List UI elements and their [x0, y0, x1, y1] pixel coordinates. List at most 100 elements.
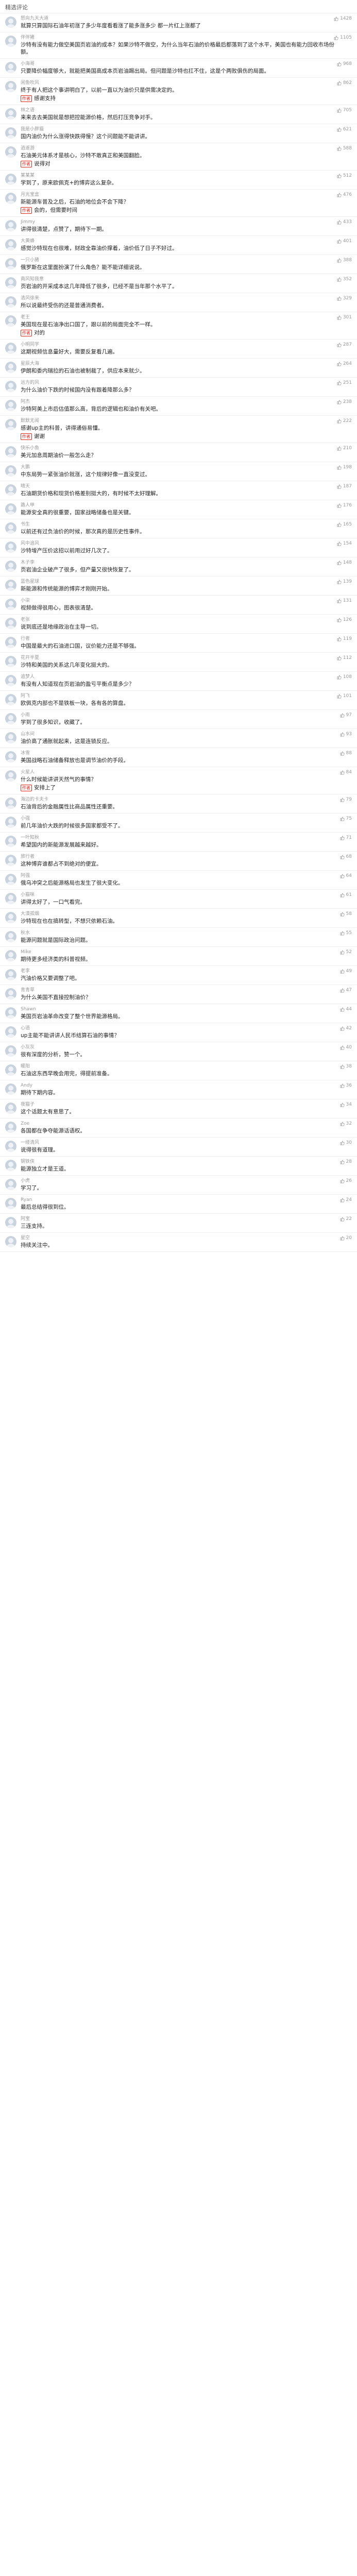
comment-item[interactable]: 阿宝 22 三连支持。 [0, 1214, 357, 1233]
like-button[interactable]: 388 [337, 258, 352, 263]
avatar[interactable] [5, 874, 16, 885]
comment-item[interactable]: 路人甲 176 能源安全真的很重要，国家战略储备也是关键。 [0, 500, 357, 519]
like-button[interactable]: 97 [340, 713, 352, 718]
avatar[interactable] [5, 836, 16, 847]
like-button[interactable]: 119 [337, 636, 352, 641]
like-button[interactable]: 79 [340, 797, 352, 802]
like-button[interactable]: 32 [340, 1121, 352, 1126]
avatar[interactable] [5, 988, 16, 999]
avatar[interactable] [5, 1217, 16, 1228]
username[interactable]: Jimmy [21, 219, 334, 226]
like-button[interactable]: 210 [337, 446, 352, 451]
comment-item[interactable]: 追梦人 108 有没有人知道现在页岩油的盈亏平衡点是多少？ [0, 672, 357, 691]
username[interactable]: Andy [21, 1082, 334, 1089]
username[interactable]: 南风知我意 [21, 276, 334, 283]
username[interactable]: 老李 [21, 968, 334, 975]
username[interactable]: 夜猫子 [21, 1101, 334, 1108]
avatar[interactable] [5, 503, 16, 515]
like-button[interactable]: 61 [340, 892, 352, 897]
username[interactable]: 小灰灰 [21, 1044, 334, 1051]
comment-item[interactable]: 闲鱼吹风 862 终于有人把这个事讲明白了，以前一直以为油价只是供需决定的。 作者 感谢… [0, 78, 357, 105]
comment-item[interactable]: 钢铁侠 28 能源独立才是王道。 [0, 1157, 357, 1176]
comment-item[interactable]: Jimmy 433 讲得很清楚，点赞了，期待下一期。 [0, 217, 357, 236]
username[interactable]: 心语 [21, 1025, 334, 1032]
username[interactable]: Shawn [21, 1006, 334, 1013]
comment-item[interactable]: Ryan 24 最后总结得很到位。 [0, 1195, 357, 1214]
avatar[interactable] [5, 62, 16, 73]
avatar[interactable] [5, 1122, 16, 1133]
like-button[interactable]: 20 [340, 1235, 352, 1241]
comment-item[interactable]: 一缕清风 30 说得很有道理。 [0, 1138, 357, 1157]
comment-item[interactable]: 夜猫子 34 这个话题太有意思了。 [0, 1099, 357, 1118]
like-button[interactable]: 512 [337, 173, 352, 178]
comment-item[interactable]: 伴伴猪 1105 沙特有没有能力做空美国页岩油的成本？如果沙特不做空，为什么当年石油… [0, 32, 357, 59]
username[interactable]: 小柒 [21, 598, 334, 604]
avatar[interactable] [5, 108, 16, 120]
comment-item[interactable]: 火星人 84 什么时候能讲讲天然气的事情？ 作者 安排上了 [0, 767, 357, 794]
like-button[interactable]: 36 [340, 1083, 352, 1088]
comment-item[interactable]: 青青草 47 为什么美国不直接控制油价？ [0, 985, 357, 1004]
avatar[interactable] [5, 580, 16, 591]
avatar[interactable] [5, 174, 16, 185]
like-button[interactable]: 71 [340, 835, 352, 840]
comment-item[interactable]: 小海哥 968 只要降价幅度够大，就能把美国高成本页岩油踢出局。但问题是沙特也扛不住… [0, 59, 357, 78]
username[interactable]: 阿宝 [21, 1216, 334, 1223]
like-button[interactable]: 44 [340, 1007, 352, 1012]
avatar[interactable] [5, 1103, 16, 1114]
like-button[interactable]: 22 [340, 1216, 352, 1222]
like-button[interactable]: 433 [337, 219, 352, 225]
comment-item[interactable]: Zoe 32 各国都在争夺能源话语权。 [0, 1118, 357, 1138]
username[interactable]: 阿飞 [21, 693, 334, 700]
like-button[interactable]: 264 [337, 361, 352, 366]
like-button[interactable]: 251 [337, 380, 352, 385]
avatar[interactable] [5, 713, 16, 724]
comment-item[interactable]: Mike 52 期待更多经济类的科普视频。 [0, 947, 357, 966]
username[interactable]: 星辰大海 [21, 361, 334, 367]
comment-item[interactable]: 木子李 148 页岩油企业破产了很多，但产量又很快恢复了。 [0, 557, 357, 577]
username[interactable]: 远方的风 [21, 380, 334, 386]
comment-item[interactable]: 林之语 705 来来去去美国就是想把控能源价格，然后打压竞争对手。 [0, 105, 357, 124]
comment-item[interactable]: 老张 126 说到底还是地缘政治在主导一切。 [0, 615, 357, 634]
comment-item[interactable]: 小灰灰 40 很有深度的分析，赞一个。 [0, 1042, 357, 1061]
comment-item[interactable]: 行者 119 中国是最大的石油进口国，议价能力还是不够强。 [0, 634, 357, 653]
avatar[interactable] [5, 81, 16, 92]
comment-item[interactable]: 逍遥游 588 石油美元体系才是核心，沙特不敢真正和美国翻脸。 作者 说得对 [0, 143, 357, 171]
username[interactable]: 老王 [21, 314, 334, 321]
like-button[interactable]: 55 [340, 930, 352, 936]
like-button[interactable]: 30 [340, 1140, 352, 1145]
username[interactable]: 冰雪 [21, 750, 334, 757]
username[interactable]: 小猫咪 [21, 892, 334, 899]
comment-item[interactable]: 小强 75 前几年油价大跌的时候很多国家都受不了。 [0, 814, 357, 833]
username[interactable]: 星空 [21, 1235, 334, 1242]
comment-item[interactable]: 小虎 26 学习了。 [0, 1176, 357, 1195]
comment-item[interactable]: 阿强 64 俄乌冲突之后能源格局也发生了很大变化。 [0, 871, 357, 890]
username[interactable]: 某某某 [21, 173, 334, 179]
avatar[interactable] [5, 522, 16, 534]
avatar[interactable] [5, 1141, 16, 1152]
comment-item[interactable]: 远方的风 251 为什么油价下跌的时候国内没有跟着降那么多？ [0, 378, 357, 397]
like-button[interactable]: 222 [337, 418, 352, 423]
avatar[interactable] [5, 258, 16, 269]
avatar[interactable] [5, 484, 16, 496]
username[interactable]: 一叶知秋 [21, 835, 334, 841]
comment-item[interactable]: 老李 49 汽油价格又要调整了吧。 [0, 966, 357, 985]
like-button[interactable]: 176 [337, 503, 352, 508]
like-button[interactable]: 88 [340, 751, 352, 756]
like-button[interactable]: 401 [337, 239, 352, 244]
username[interactable]: 书生 [21, 521, 334, 528]
like-button[interactable]: 40 [340, 1045, 352, 1050]
avatar[interactable] [5, 931, 16, 942]
username[interactable]: 伴伴猪 [21, 35, 334, 41]
username[interactable]: 林之语 [21, 107, 334, 114]
username[interactable]: 钢铁侠 [21, 1159, 334, 1165]
username[interactable]: 晴天 [21, 483, 334, 490]
avatar[interactable] [5, 950, 16, 961]
username[interactable]: 花开半夏 [21, 655, 334, 662]
username[interactable]: 一缕清风 [21, 1140, 334, 1146]
avatar[interactable] [5, 381, 16, 392]
username[interactable]: 小明同学 [21, 342, 334, 348]
like-button[interactable]: 49 [340, 969, 352, 974]
comment-item[interactable]: 秋水 55 能源问题就是国际政治问题。 [0, 928, 357, 947]
like-button[interactable]: 352 [337, 277, 352, 282]
comment-item[interactable]: 蓝色星球 139 新能源和传统能源的博弈才刚刚开始。 [0, 577, 357, 596]
